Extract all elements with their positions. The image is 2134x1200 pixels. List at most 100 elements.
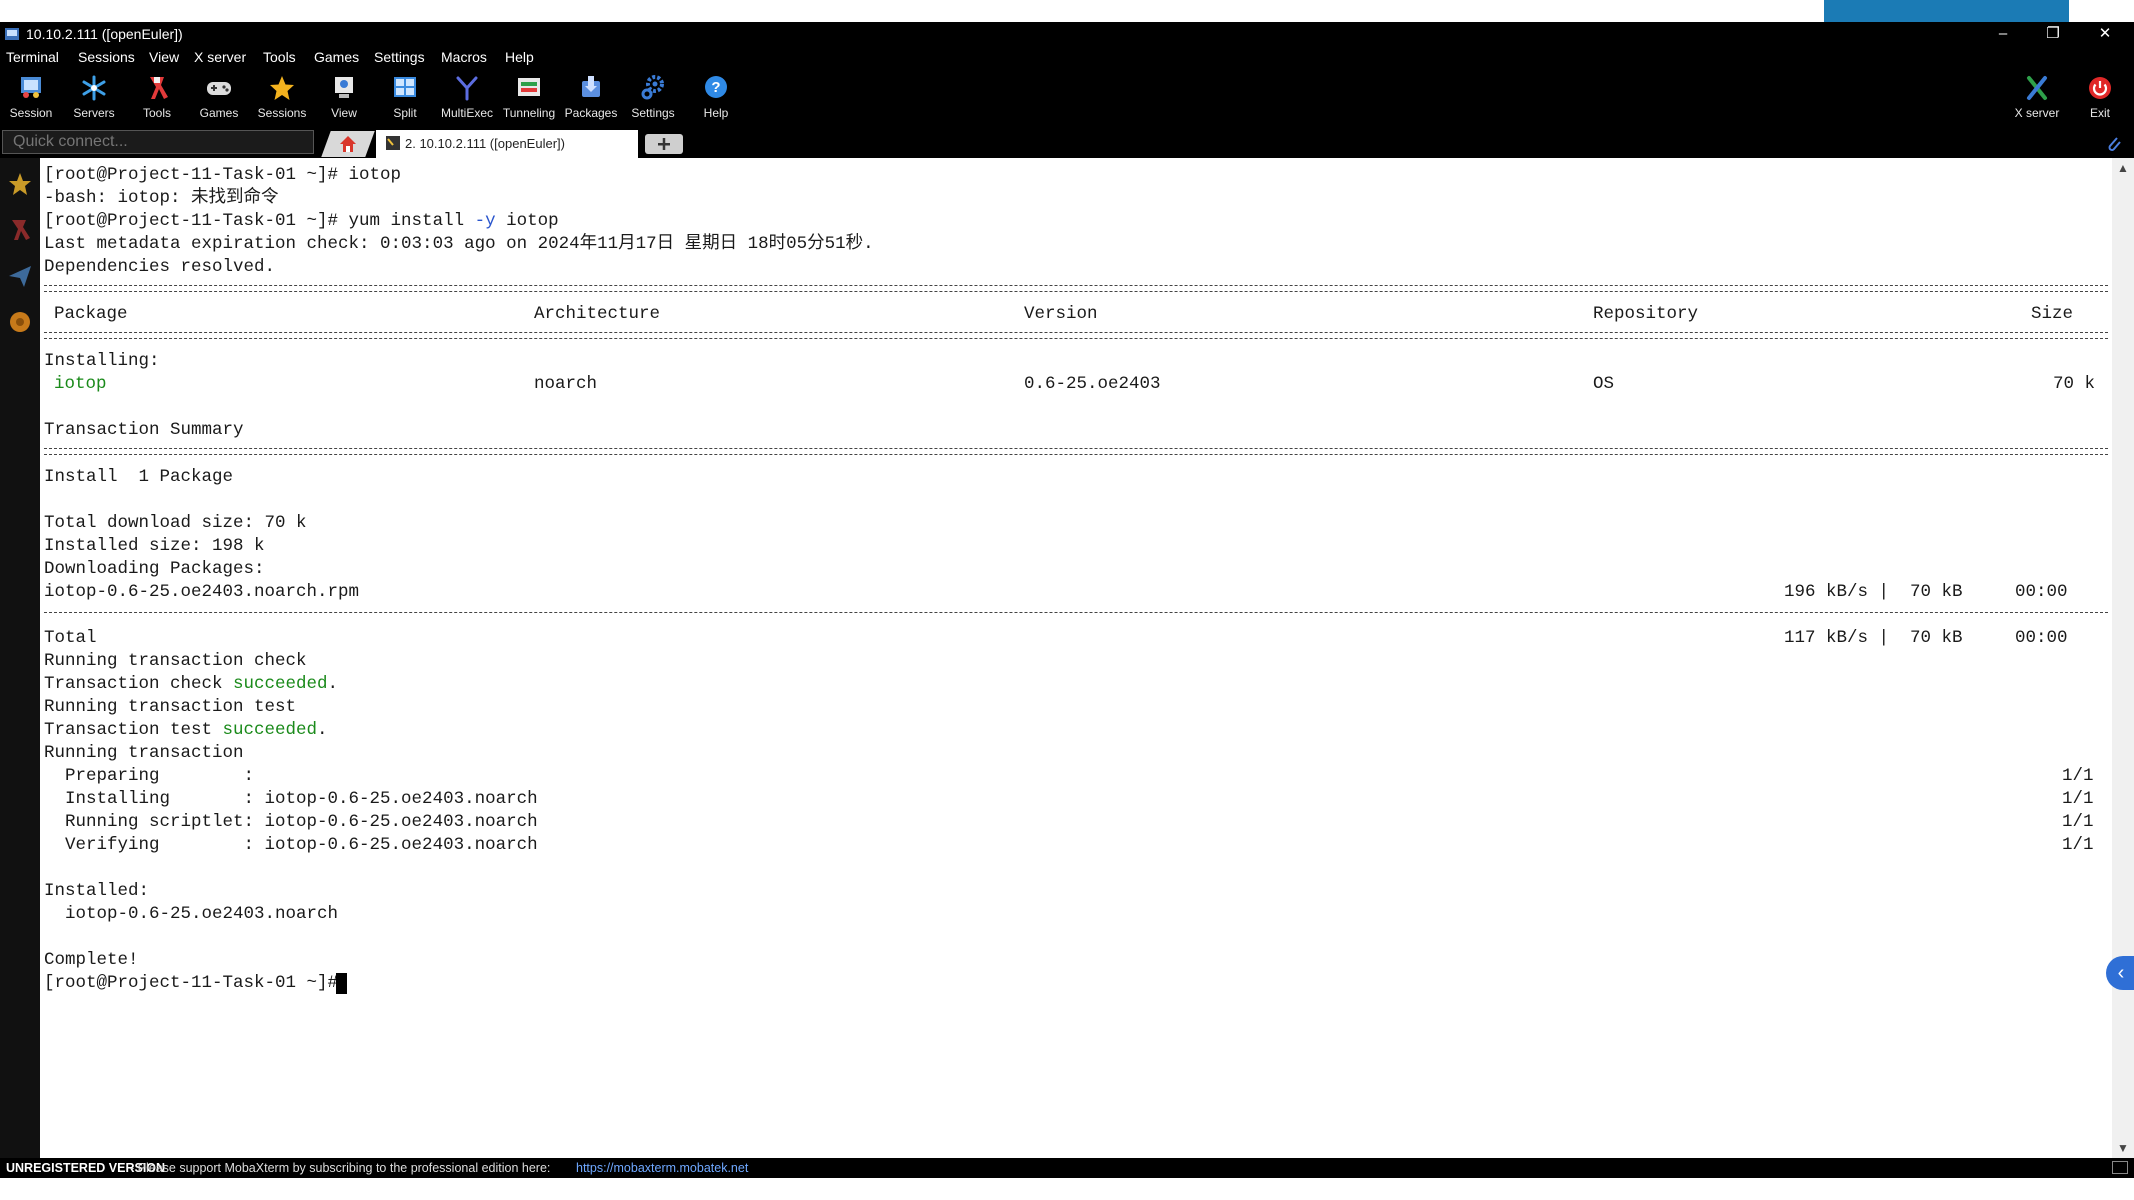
toolbar: Session Servers Tools Games Sessions Vie…	[0, 68, 2134, 126]
plus-icon	[658, 138, 670, 150]
menu-tools[interactable]: Tools	[263, 49, 296, 65]
menu-terminal[interactable]: Terminal	[6, 49, 59, 65]
menu-view[interactable]: View	[149, 49, 179, 65]
sidebar-macros-icon[interactable]	[6, 308, 34, 336]
sidebar-send-icon[interactable]	[6, 262, 34, 290]
gear-icon	[641, 75, 664, 100]
menu-settings[interactable]: Settings	[374, 49, 425, 65]
sidebar-tools-icon[interactable]	[6, 216, 34, 244]
terminal-line: Total	[44, 628, 97, 648]
separator-double	[44, 448, 2108, 455]
terminal-line: Transaction Summary	[44, 420, 244, 440]
status-bar: UNREGISTERED VERSION - Please support Mo…	[0, 1158, 2134, 1178]
menu-games[interactable]: Games	[314, 49, 359, 65]
toolbar-xserver-button[interactable]: X server	[2006, 68, 2068, 126]
table-cell-size: 70 k	[2053, 374, 2096, 394]
games-icon	[207, 82, 231, 95]
total-stats: 117 kB/s | 70 kB 00:00	[1784, 628, 2068, 648]
toolbar-settings-button[interactable]: Settings	[622, 68, 684, 126]
separator-double	[44, 285, 2108, 292]
separator-single	[44, 612, 2108, 613]
terminal-line: Transaction check succeeded.	[44, 673, 338, 696]
command-flag: -y	[474, 211, 496, 231]
home-icon	[340, 136, 356, 152]
desktop-taskbar-tab	[1824, 0, 2069, 22]
servers-icon	[82, 75, 106, 101]
terminal-line: Running transaction	[44, 743, 244, 763]
terminal-scrollbar[interactable]: ▲ ▼	[2112, 158, 2134, 1158]
scroll-up-arrow-icon[interactable]: ▲	[2112, 158, 2134, 178]
svg-text:?: ?	[711, 79, 720, 96]
terminal-line: Last metadata expiration check: 0:03:03 …	[44, 234, 874, 254]
toolbar-split-button[interactable]: Split	[374, 68, 436, 126]
status-text: Transaction check	[44, 674, 234, 694]
terminal-output[interactable]: [root@Project-11-Task-01 ~]# iotop -bash…	[40, 158, 2112, 1158]
toolbar-sessions-button[interactable]: Sessions	[251, 68, 313, 126]
menu-bar: Terminal Sessions View X server Tools Ga…	[0, 46, 2134, 68]
status-message: - Please support MobaXterm by subscribin…	[130, 1161, 551, 1175]
terminal-line: Running transaction test	[44, 697, 297, 717]
packages-icon	[582, 76, 600, 97]
close-button[interactable]: ✕	[2082, 22, 2128, 46]
terminal-line: Running transaction check	[44, 651, 307, 671]
toolbar-games-button[interactable]: Games	[188, 68, 250, 126]
progress-count: 1/1	[2062, 835, 2094, 855]
terminal-line: Installed:	[44, 881, 150, 901]
terminal-line: Complete!	[44, 950, 139, 970]
terminal-line: Installed size: 198 k	[44, 536, 265, 556]
tunneling-icon	[518, 78, 540, 96]
progress-count: 1/1	[2062, 766, 2094, 786]
star-icon	[270, 76, 294, 100]
title-bar: 10.10.2.111 ([openEuler]) – ❐ ✕	[0, 22, 2134, 46]
table-cell-version: 0.6-25.oe2403	[1024, 374, 1161, 394]
terminal-line: Downloading Packages:	[44, 559, 265, 579]
menu-macros[interactable]: Macros	[441, 49, 487, 65]
quick-connect-input[interactable]	[2, 130, 314, 154]
toolbar-view-button[interactable]: View	[313, 68, 375, 126]
toolbar-tools-button[interactable]: Tools	[126, 68, 188, 126]
minimize-button[interactable]: –	[1980, 22, 2026, 46]
paperclip-icon[interactable]	[2104, 134, 2124, 154]
toolbar-servers-button[interactable]: Servers	[63, 68, 125, 126]
toolbar-exit-button[interactable]: Exit	[2069, 68, 2131, 126]
scroll-down-arrow-icon[interactable]: ▼	[2112, 1138, 2134, 1158]
sidebar-sessions-star-icon[interactable]	[6, 170, 34, 198]
separator-double	[44, 332, 2108, 339]
toolbar-help-button[interactable]: ? Help	[685, 68, 747, 126]
terminal-tab-icon	[386, 136, 400, 150]
tab-label: 2. 10.10.2.111 ([openEuler])	[405, 136, 565, 151]
command-text: iotop	[495, 211, 559, 231]
success-text: succeeded	[222, 720, 318, 740]
split-icon	[394, 77, 416, 97]
terminal-line: Dependencies resolved.	[44, 257, 276, 277]
view-icon	[335, 77, 353, 98]
toolbar-tunneling-button[interactable]: Tunneling	[498, 68, 560, 126]
download-stats: 196 kB/s | 70 kB 00:00	[1784, 582, 2068, 602]
table-cell-architecture: noarch	[534, 374, 598, 394]
terminal-line: Running scriptlet: iotop-0.6-25.oe2403.n…	[44, 812, 538, 832]
menu-x-server[interactable]: X server	[194, 49, 246, 65]
terminal-line: Preparing :	[44, 766, 255, 786]
tools-icon	[150, 77, 168, 99]
new-tab-button[interactable]	[645, 134, 683, 154]
menu-sessions[interactable]: Sessions	[78, 49, 135, 65]
table-cell-repository: OS	[1593, 374, 1615, 394]
menu-help[interactable]: Help	[505, 49, 534, 65]
toolbar-packages-button[interactable]: Packages	[560, 68, 622, 126]
tab-row: 2. 10.10.2.111 ([openEuler])	[0, 126, 2134, 158]
mobaxterm-app-icon	[5, 28, 19, 40]
fullscreen-icon[interactable]	[2112, 1161, 2128, 1174]
session-icon	[21, 77, 41, 98]
progress-count: 1/1	[2062, 789, 2094, 809]
terminal-line: Total download size: 70 k	[44, 513, 307, 533]
command-text: [root@Project-11-Task-01 ~]# yum install	[44, 211, 475, 231]
table-header-package: Package	[54, 304, 128, 324]
restore-button[interactable]: ❐	[2030, 22, 2076, 46]
toolbar-multiexec-button[interactable]: MultiExec	[436, 68, 498, 126]
side-panel-toggle-icon[interactable]: ‹	[2106, 956, 2134, 990]
terminal-line: iotop-0.6-25.oe2403.noarch	[44, 904, 339, 924]
left-sidebar	[0, 158, 41, 1158]
mobatek-link[interactable]: https://mobaxterm.mobatek.net	[576, 1161, 748, 1175]
toolbar-session-button[interactable]: Session	[0, 68, 62, 126]
desktop-bottom-strip	[0, 1178, 2134, 1200]
